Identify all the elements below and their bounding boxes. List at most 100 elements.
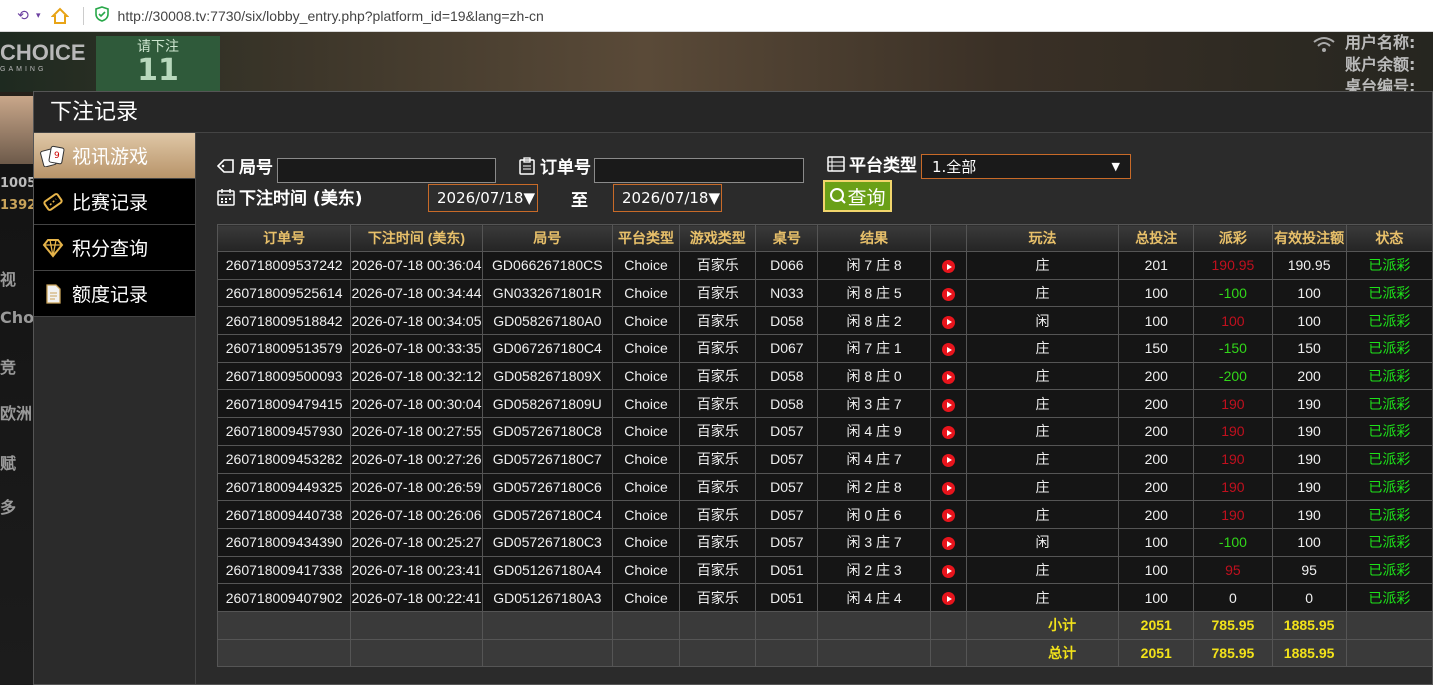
sidebar-item-credit-records[interactable]: 额度记录 bbox=[34, 271, 195, 317]
play-video-icon[interactable] bbox=[941, 592, 955, 606]
platform-cell: Choice bbox=[611, 278, 681, 308]
back-dropdown-icon[interactable]: ▾ bbox=[36, 11, 41, 21]
status-cell: 已派彩 bbox=[1345, 444, 1433, 474]
platform-select-value: 1.全部 bbox=[932, 158, 977, 176]
empty-cell bbox=[216, 638, 352, 668]
game-type-cell: 百家乐 bbox=[679, 444, 757, 474]
search-icon bbox=[830, 188, 847, 204]
replay-cell bbox=[929, 306, 967, 336]
play-video-icon[interactable] bbox=[941, 370, 955, 384]
play-video-icon[interactable] bbox=[941, 509, 955, 523]
table-row: 260718009434390 2026-07-18 00:25:27 GD0572… bbox=[216, 527, 1433, 557]
total-bet-cell: 200 bbox=[1118, 472, 1195, 502]
avatar bbox=[0, 96, 34, 164]
side-text-4: 欧洲 bbox=[0, 404, 33, 423]
game-type-cell: 百家乐 bbox=[679, 527, 757, 557]
play-video-icon[interactable] bbox=[941, 537, 955, 551]
result-cell: 闲 2 庄 3 bbox=[817, 555, 931, 585]
round-number-cell: GD051267180A3 bbox=[481, 583, 613, 612]
total-label-cell: 小计 bbox=[965, 610, 1120, 640]
platform-label-text: 平台类型 bbox=[849, 156, 917, 176]
bet-time-cell: 2026-07-18 00:33:35 bbox=[350, 334, 483, 363]
play-video-icon[interactable] bbox=[941, 287, 955, 301]
bet-type-cell: 庄 bbox=[965, 500, 1120, 529]
order-number-cell: 260718009479415 bbox=[216, 389, 352, 419]
toolbar-divider bbox=[82, 6, 84, 25]
platform-cell: Choice bbox=[611, 444, 681, 474]
result-cell: 闲 8 庄 5 bbox=[817, 278, 931, 308]
replay-cell bbox=[929, 361, 967, 391]
status-cell: 已派彩 bbox=[1345, 361, 1433, 391]
valid-bet-cell: 95 bbox=[1271, 555, 1347, 585]
order-filter-label: 订单号 bbox=[518, 153, 591, 178]
sidebar-item-match-records[interactable]: 比赛记录 bbox=[34, 179, 195, 225]
play-video-icon[interactable] bbox=[941, 398, 955, 412]
play-video-icon[interactable] bbox=[941, 260, 955, 274]
empty-cell bbox=[929, 638, 967, 668]
play-video-icon[interactable] bbox=[941, 315, 955, 329]
total-bet-cell: 201 bbox=[1118, 251, 1195, 280]
sidebar-item-points-query[interactable]: 积分查询 bbox=[34, 225, 195, 271]
status-header: 状态 bbox=[1345, 224, 1433, 252]
total-label-cell: 总计 bbox=[965, 638, 1120, 668]
total-payout-cell: 785.95 bbox=[1193, 638, 1273, 668]
bet-time-cell: 2026-07-18 00:34:44 bbox=[350, 278, 483, 308]
valid-bet-cell: 0 bbox=[1271, 583, 1347, 612]
valid-bet-cell: 150 bbox=[1271, 334, 1347, 363]
date-to-caret-icon: ▼ bbox=[708, 189, 721, 207]
query-button-label: 查询 bbox=[847, 186, 886, 209]
query-button[interactable]: 查询 bbox=[823, 180, 892, 212]
table-number-cell: D057 bbox=[755, 500, 819, 529]
payout-cell: 190 bbox=[1193, 389, 1273, 419]
valid-bet-cell: 190 bbox=[1271, 472, 1347, 502]
payout-cell: 95 bbox=[1193, 555, 1273, 585]
table-row: 260718009518842 2026-07-18 00:34:05 GD0582… bbox=[216, 306, 1433, 336]
game-type-cell: 百家乐 bbox=[679, 417, 757, 446]
address-bar[interactable]: http://30008.tv:7730/six/lobby_entry.php… bbox=[118, 8, 544, 24]
bet-type-cell: 庄 bbox=[965, 472, 1120, 502]
back-icon[interactable]: ⟲ bbox=[12, 5, 34, 27]
subtotal-row: 小计 2051 785.95 1885.95 bbox=[216, 610, 1433, 640]
platform-select[interactable]: 1.全部 ▼ bbox=[921, 154, 1131, 179]
game-type-cell: 百家乐 bbox=[679, 583, 757, 612]
round-number-cell: GD0582671809X bbox=[481, 361, 613, 391]
bet-type-cell: 闲 bbox=[965, 527, 1120, 557]
order-number-input[interactable] bbox=[594, 158, 804, 183]
status-cell: 已派彩 bbox=[1345, 278, 1433, 308]
home-icon[interactable] bbox=[49, 5, 71, 27]
date-from-picker[interactable]: 2026/07/18 ▼ bbox=[428, 184, 538, 212]
result-cell: 闲 8 庄 0 bbox=[817, 361, 931, 391]
round-number-cell: GD0582671809U bbox=[481, 389, 613, 419]
game-type-cell: 百家乐 bbox=[679, 334, 757, 363]
status-cell: 已派彩 bbox=[1345, 500, 1433, 529]
play-video-icon[interactable] bbox=[941, 453, 955, 467]
bet-type-cell: 庄 bbox=[965, 361, 1120, 391]
bet-time-cell: 2026-07-18 00:27:55 bbox=[350, 417, 483, 446]
order-number-header: 订单号 bbox=[216, 224, 352, 252]
valid-bet-cell: 190 bbox=[1271, 417, 1347, 446]
sidebar-item-live-games[interactable]: 9 视讯游戏 bbox=[34, 133, 195, 179]
dropdown-arrow-icon: ▼ bbox=[1111, 160, 1120, 173]
play-video-icon[interactable] bbox=[941, 564, 955, 578]
bet-time-header: 下注时间 (美东) bbox=[350, 224, 483, 252]
platform-header: 平台类型 bbox=[611, 224, 681, 252]
bet-type-cell: 庄 bbox=[965, 555, 1120, 585]
status-cell: 已派彩 bbox=[1345, 583, 1433, 612]
round-number-input[interactable] bbox=[277, 158, 496, 183]
date-to-separator: 至 bbox=[571, 191, 588, 211]
date-to-picker[interactable]: 2026/07/18 ▼ bbox=[613, 184, 722, 212]
total-bet-cell: 200 bbox=[1118, 444, 1195, 474]
order-label-text: 订单号 bbox=[540, 158, 591, 178]
replay-cell bbox=[929, 417, 967, 446]
status-cell: 已派彩 bbox=[1345, 251, 1433, 280]
play-video-icon[interactable] bbox=[941, 343, 955, 357]
total-valid-bet-cell: 1885.95 bbox=[1271, 610, 1347, 640]
payout-cell: 190 bbox=[1193, 472, 1273, 502]
empty-cell bbox=[1345, 638, 1433, 668]
play-video-icon[interactable] bbox=[941, 426, 955, 440]
valid-bet-cell: 100 bbox=[1271, 306, 1347, 336]
play-video-icon[interactable] bbox=[941, 481, 955, 495]
bet-type-cell: 庄 bbox=[965, 278, 1120, 308]
sidebar-empty-area bbox=[34, 317, 195, 684]
total-bet-cell: 150 bbox=[1118, 334, 1195, 363]
